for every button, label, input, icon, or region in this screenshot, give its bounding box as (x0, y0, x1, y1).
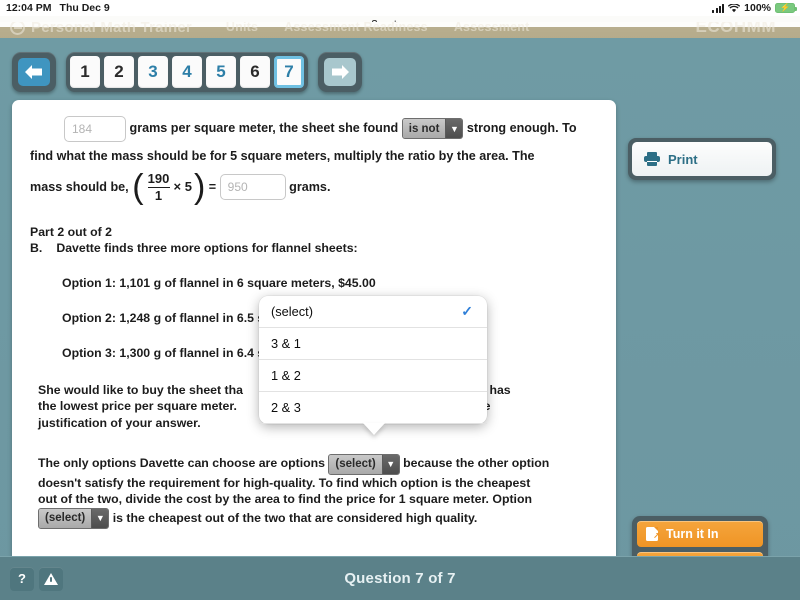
arrow-left-icon (18, 58, 50, 86)
cellular-bars-icon (712, 3, 725, 13)
page-button-3[interactable]: 3 (138, 56, 168, 88)
nav-item-assessment-readiness[interactable]: Assessment Readiness (284, 22, 428, 34)
para2-text-b: because the other option (403, 456, 550, 471)
dropdown-pointer-arrow (363, 423, 385, 435)
status-bar-left: 12:04 PM Thu Dec 9 (6, 2, 110, 14)
dropdown-item-1-and-2[interactable]: 1 & 2 (259, 360, 487, 392)
select-cheapest-option-value: (select) (39, 508, 92, 528)
status-bar-time: 12:04 PM (6, 2, 52, 14)
app-title: Personal Math Trainer (31, 22, 192, 36)
chevron-down-icon: ▼ (91, 508, 109, 528)
app-body: 1 2 3 4 5 6 7 184 grams per square meter… (0, 38, 800, 600)
nav-item-units[interactable]: Units (226, 22, 258, 34)
dropdown-item-3-and-1[interactable]: 3 & 1 (259, 328, 487, 360)
select-is-not[interactable]: is not ▼ (401, 118, 464, 140)
chevron-down-icon: ▼ (445, 119, 463, 139)
part1-line3-prefix: mass should be, (30, 179, 129, 194)
para2-line3: out of the two, divide the cost by the a… (38, 492, 532, 507)
para2-text-a: The only options Davette can choose are … (38, 456, 325, 471)
part1-sentence: 184 grams per square meter, the sheet sh… (64, 114, 598, 142)
print-button[interactable]: Print (632, 142, 772, 176)
page-button-5[interactable]: 5 (206, 56, 236, 88)
part1-text-a: grams per square meter, the sheet she fo… (129, 121, 399, 135)
ios-status-bar: 12:04 PM Thu Dec 9 100% ⚡ (0, 0, 800, 16)
status-bar-right: 100% ⚡ (712, 2, 797, 14)
select-is-not-value: is not (402, 119, 446, 139)
page-button-4[interactable]: 4 (172, 56, 202, 88)
bottom-toolbar: ? Question 7 of 7 (0, 556, 800, 600)
answer-input-950[interactable]: 950 (219, 174, 286, 201)
nav-item-assessment[interactable]: Assessment (454, 22, 530, 34)
printer-icon (644, 152, 660, 166)
equals-sign: = (208, 179, 217, 194)
select-options-pair[interactable]: (select) ▼ (328, 453, 400, 475)
page-button-7[interactable]: 7 (274, 56, 304, 88)
document-upload-icon: ↗ (646, 527, 660, 541)
para2-line2: doesn't satisfy the requirement for high… (38, 475, 531, 490)
fraction-expression: ( 190 1 × 5 ) (132, 167, 206, 206)
print-button-container: Print (628, 138, 776, 180)
part-2-prompt-row: B. Davette finds three more options for … (30, 241, 598, 255)
turn-it-in-label: Turn it In (666, 527, 719, 541)
paren-close: ) (193, 167, 206, 206)
page-button-1[interactable]: 1 (70, 56, 100, 88)
arrow-right-icon (324, 58, 356, 86)
turn-it-in-button[interactable]: ↗ Turn it In (637, 521, 763, 547)
paren-open: ( (132, 167, 144, 206)
battery-charging-icon: ⚡ (775, 3, 797, 13)
part-2-paragraph-2: The only options Davette can choose are … (38, 453, 598, 529)
para1-line1-a: She would like to buy the sheet tha (38, 382, 243, 397)
part-2-prompt: Davette finds three more options for fla… (56, 240, 358, 255)
question-mark-icon: ? (18, 571, 26, 586)
para1-line2-a: the lowest price per square meter. (38, 399, 237, 414)
part1-line2: find what the mass should be for 5 squar… (30, 149, 535, 163)
fraction-denominator: 1 (154, 188, 163, 204)
checkmark-icon: ✓ (461, 303, 473, 319)
circle-logo-icon (10, 22, 25, 35)
part1-text-c: grams. (289, 179, 331, 194)
page-number-pager: 1 2 3 4 5 6 7 (66, 52, 308, 92)
part1-text-b: strong enough. To (466, 121, 577, 135)
previous-question-button[interactable] (12, 52, 56, 92)
dropdown-item-select[interactable]: (select) ✓ (259, 296, 487, 328)
item-letter-b: B. (30, 240, 43, 255)
select-dropdown-menu[interactable]: (select) ✓ 3 & 1 1 & 2 2 & 3 (259, 296, 487, 435)
help-button[interactable]: ? (10, 566, 34, 591)
part-2-label: Part 2 out of 2 (30, 224, 112, 239)
report-issue-button[interactable] (39, 566, 63, 591)
next-question-button[interactable] (318, 52, 362, 92)
dropdown-item-label: 2 & 3 (271, 400, 301, 415)
status-bar-date: Thu Dec 9 (59, 2, 110, 14)
page-button-2[interactable]: 2 (104, 56, 134, 88)
select-cheapest-option[interactable]: (select) ▼ (38, 507, 110, 529)
part1-line3: mass should be, ( 190 1 × 5 ) = 950 gram… (30, 167, 598, 206)
fraction-numerator: 190 (147, 171, 170, 186)
dropdown-item-label: (select) (271, 304, 313, 319)
page-button-6[interactable]: 6 (240, 56, 270, 88)
para2-line4: is the cheapest out of the two that are … (112, 510, 478, 525)
app-header-strip: Personal Math Trainer Units Assessment R… (0, 22, 800, 38)
select-options-pair-value: (select) (329, 454, 382, 474)
battery-percent-label: 100% (744, 2, 771, 14)
app-header-nav[interactable]: Units Assessment Readiness Assessment (226, 22, 530, 34)
warning-triangle-icon (44, 572, 58, 585)
chevron-down-icon: ▼ (381, 454, 399, 474)
wifi-icon (728, 3, 741, 12)
dropdown-item-2-and-3[interactable]: 2 & 3 (259, 392, 487, 424)
app-header-right-label: ECOHMM (695, 22, 776, 36)
question-navigation-row: 1 2 3 4 5 6 7 (12, 48, 362, 96)
print-button-label: Print (668, 151, 698, 167)
answer-input-184[interactable]: 184 (64, 115, 126, 142)
dropdown-item-label: 3 & 1 (271, 336, 301, 351)
question-counter: Question 7 of 7 (344, 570, 456, 587)
fraction: 190 1 (147, 171, 170, 204)
option-1-text: Option 1: 1,101 g of flannel in 6 square… (62, 275, 376, 290)
fraction-multiplier: × 5 (173, 179, 192, 195)
dropdown-item-label: 1 & 2 (271, 368, 301, 383)
